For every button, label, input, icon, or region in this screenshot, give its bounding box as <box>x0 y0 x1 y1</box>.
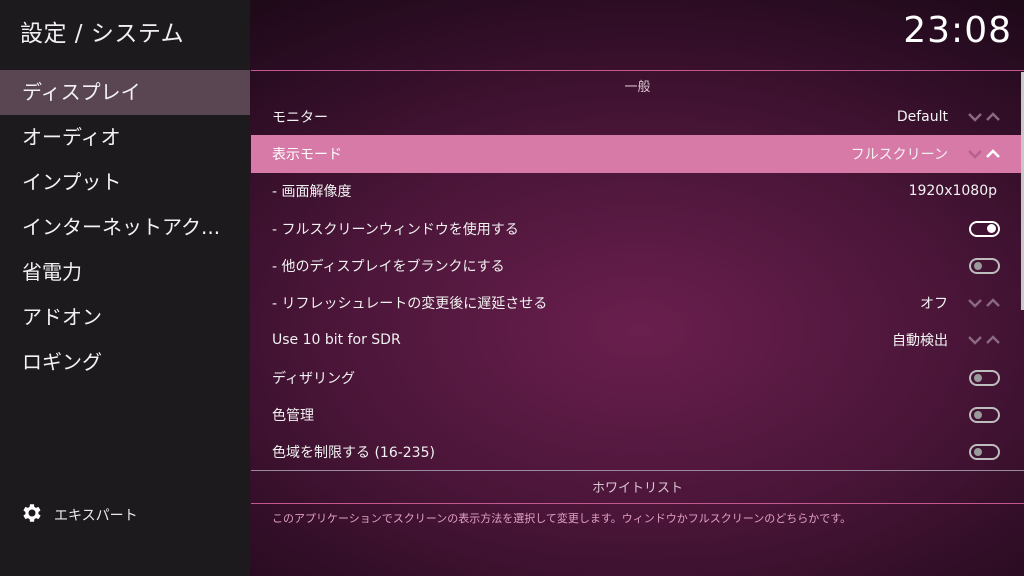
toggle-switch[interactable] <box>969 257 1000 274</box>
setting-limit-color-range[interactable]: 色域を制限する (16-235) <box>251 434 1021 471</box>
setting-display-mode[interactable]: 表示モード フルスクリーン <box>251 135 1021 173</box>
setting-value: 自動検出 <box>892 333 948 350</box>
setting-monitor[interactable]: モニター Default <box>251 98 1021 135</box>
setting-label: - 他のディスプレイをブランクにする <box>272 258 505 275</box>
spinner-arrows[interactable] <box>967 111 1001 122</box>
settings-panel: 一般 モニター Default 表示モード フルスクリーン - 画面解像度 19… <box>251 70 1024 576</box>
toggle-knob <box>987 224 996 234</box>
setting-value: オフ <box>920 296 948 313</box>
chevron-up-icon[interactable] <box>985 335 1001 345</box>
chevron-down-icon[interactable] <box>967 335 983 346</box>
setting-value: 1920x1080p <box>908 183 997 200</box>
setting-resolution[interactable]: - 画面解像度 1920x1080p <box>251 173 1021 210</box>
next-section-title: ホワイトリスト <box>591 481 683 496</box>
spinner-arrows[interactable] <box>967 335 1001 346</box>
section-title: 一般 <box>624 80 651 95</box>
setting-value: Default <box>896 108 948 125</box>
toggle-knob <box>974 448 982 457</box>
gear-icon <box>20 501 44 529</box>
toggle-switch[interactable] <box>969 220 1000 237</box>
setting-label: - リフレッシュレートの変更後に遅延させる <box>272 296 548 313</box>
chevron-up-icon[interactable] <box>985 298 1001 308</box>
setting-description: このアプリケーションでスクリーンの表示方法を選択して変更します。ウィンドウかフル… <box>272 512 852 525</box>
clock: 23:08 <box>903 10 1012 51</box>
setting-blank-displays[interactable]: - 他のディスプレイをブランクにする <box>251 247 1021 284</box>
sidebar-item-power-saving[interactable]: 省電力 <box>0 250 250 295</box>
toggle-switch[interactable] <box>969 407 1000 424</box>
settings-screen: 設定 / システム ディスプレイ オーディオ インプット インターネットアク..… <box>0 0 1024 576</box>
toggle-switch[interactable] <box>969 444 1000 461</box>
sidebar-item-addons[interactable]: アドオン <box>0 295 250 340</box>
sidebar-item-internet-access[interactable]: インターネットアク... <box>0 205 250 250</box>
chevron-up-icon[interactable] <box>985 111 1001 122</box>
setting-label: - フルスクリーンウィンドウを使用する <box>272 221 519 238</box>
setting-10bit-sdr[interactable]: Use 10 bit for SDR 自動検出 <box>251 322 1021 359</box>
setting-label: 色域を制限する (16-235) <box>272 445 435 462</box>
settings-list: モニター Default 表示モード フルスクリーン - 画面解像度 1920x… <box>251 98 1021 471</box>
sidebar: 設定 / システム ディスプレイ オーディオ インプット インターネットアク..… <box>0 0 250 576</box>
chevron-down-icon[interactable] <box>967 298 983 308</box>
category-list: ディスプレイ オーディオ インプット インターネットアク... 省電力 アドオン… <box>0 70 250 385</box>
chevron-up-icon[interactable] <box>985 149 1001 159</box>
toggle-knob <box>974 411 982 420</box>
spinner-arrows[interactable] <box>967 298 1001 308</box>
setting-label: 色管理 <box>272 408 314 425</box>
sidebar-item-input[interactable]: インプット <box>0 160 250 205</box>
spinner-arrows[interactable] <box>967 149 1001 159</box>
setting-dithering[interactable]: ディザリング <box>251 359 1021 396</box>
expert-label: エキスパート <box>54 508 138 524</box>
divider <box>251 503 1024 504</box>
sidebar-item-audio[interactable]: オーディオ <box>0 115 250 160</box>
setting-color-management[interactable]: 色管理 <box>251 396 1021 433</box>
divider <box>251 470 1024 471</box>
setting-label: ディザリング <box>272 370 356 387</box>
divider <box>251 70 1024 71</box>
sidebar-item-logging[interactable]: ロギング <box>0 340 250 385</box>
toggle-switch[interactable] <box>969 369 1000 386</box>
setting-refresh-delay[interactable]: - リフレッシュレートの変更後に遅延させる オフ <box>251 284 1021 321</box>
chevron-down-icon[interactable] <box>967 149 983 159</box>
toggle-knob <box>974 373 982 382</box>
setting-value: フルスクリーン <box>850 146 948 163</box>
page-title: 設定 / システム <box>20 21 185 47</box>
expert-level-button[interactable]: エキスパート <box>20 502 138 528</box>
setting-fullscreen-window[interactable]: - フルスクリーンウィンドウを使用する <box>251 210 1021 247</box>
toggle-knob <box>974 261 982 270</box>
sidebar-item-display[interactable]: ディスプレイ <box>0 70 250 115</box>
chevron-down-icon[interactable] <box>967 112 983 122</box>
